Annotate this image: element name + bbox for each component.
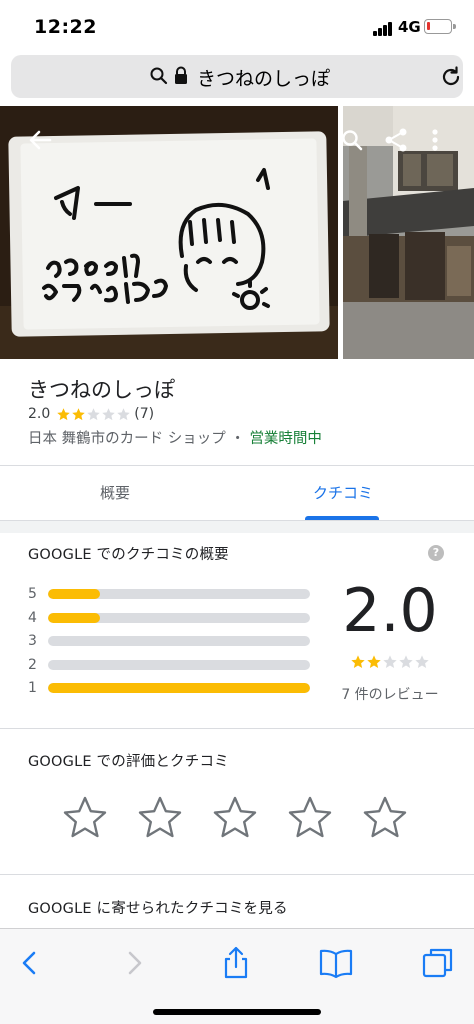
url-bar[interactable]: きつねのしっぽ [11,55,463,98]
url-text: きつねのしっぽ [197,68,331,90]
divider [0,728,474,729]
star-empty-icon [415,655,429,668]
place-category: 日本 舞鶴市のカード ショップ ・ [28,431,250,447]
average-rating: 2.0 [342,576,438,646]
arrow-left-icon[interactable] [26,126,54,154]
battery-icon [424,19,456,34]
star-filled-icon [351,655,365,668]
section-gap [0,521,474,533]
star-filled-icon [57,407,71,420]
divider [0,874,474,875]
chevron-left-icon[interactable] [12,945,48,981]
rating-stars [56,407,131,422]
rating-bar-label: 4 [28,609,37,626]
rating-bar-track [48,683,310,693]
network-type: 4G [398,18,421,36]
rating-bar-track [48,589,310,599]
rating-bar-track [48,636,310,646]
share-up-icon[interactable] [218,945,254,981]
star-empty-icon [102,407,116,420]
book-icon[interactable] [318,945,354,981]
tab-reviews[interactable]: クチコミ [228,466,458,520]
place-title: きつねのしっぽ [28,378,175,402]
rating-bar-row: 2 [28,656,310,674]
rating-count[interactable]: (7) [134,406,154,422]
home-indicator [153,1009,321,1015]
rating-bar-fill [48,612,101,623]
rating-bar-track [48,612,310,623]
star-empty-icon [399,655,413,668]
status-time: 12:22 [34,16,97,38]
review-count[interactable]: 7 件のレビュー [324,684,456,704]
reload-icon[interactable] [439,65,463,89]
rating-row: 2.0 (7) [28,404,154,424]
rating-bar-label: 2 [28,656,37,673]
lock-icon [175,66,187,84]
star-empty-icon [383,655,397,668]
place-meta: 日本 舞鶴市のカード ショップ ・ 営業時間中 [28,427,322,448]
battery-level [427,22,430,30]
search-icon [150,67,168,85]
star-outline-icon[interactable] [360,794,410,842]
more-vert-icon[interactable] [428,127,442,153]
rating-bar-row: 1 [28,679,310,697]
rating-bar-label: 5 [28,586,37,602]
review-summary-heading: GOOGLE でのクチコミの概要 [28,547,229,563]
star-empty-icon [117,407,131,420]
rating-bar-row: 5 [28,585,310,603]
tab-overview[interactable]: 概要 [0,466,230,520]
star-outline-icon[interactable] [285,794,335,842]
more-reviews-heading[interactable]: GOOGLE に寄せられたクチコミを見る [28,897,288,918]
rating-bar-row: 3 [28,632,310,650]
signal-icon [373,22,395,36]
search-icon[interactable] [340,128,364,152]
open-status: 営業時間中 [249,431,322,447]
rate-stars [60,794,410,842]
status-bar: 12:22 4G [0,0,474,52]
rate-section-heading: GOOGLE での評価とクチコミ [28,754,229,770]
star-filled-icon [367,655,381,668]
rating-bar-row: 4 [28,609,310,627]
rating-value: 2.0 [28,406,51,422]
tabs-icon[interactable] [420,945,456,981]
rating-bar-label: 1 [28,680,37,696]
rating-bar-fill [48,683,310,693]
star-outline-icon[interactable] [135,794,185,842]
average-stars [350,654,430,670]
star-filled-icon [72,407,86,420]
star-empty-icon [87,407,101,420]
rating-bar-label: 3 [28,633,37,649]
chevron-right-icon[interactable] [116,945,152,981]
share-icon[interactable] [383,127,409,153]
rating-bar-fill [48,589,101,599]
rating-bar-track [48,659,310,670]
star-outline-icon[interactable] [60,794,110,842]
star-outline-icon[interactable] [210,794,260,842]
help-icon[interactable]: ? [428,545,444,561]
